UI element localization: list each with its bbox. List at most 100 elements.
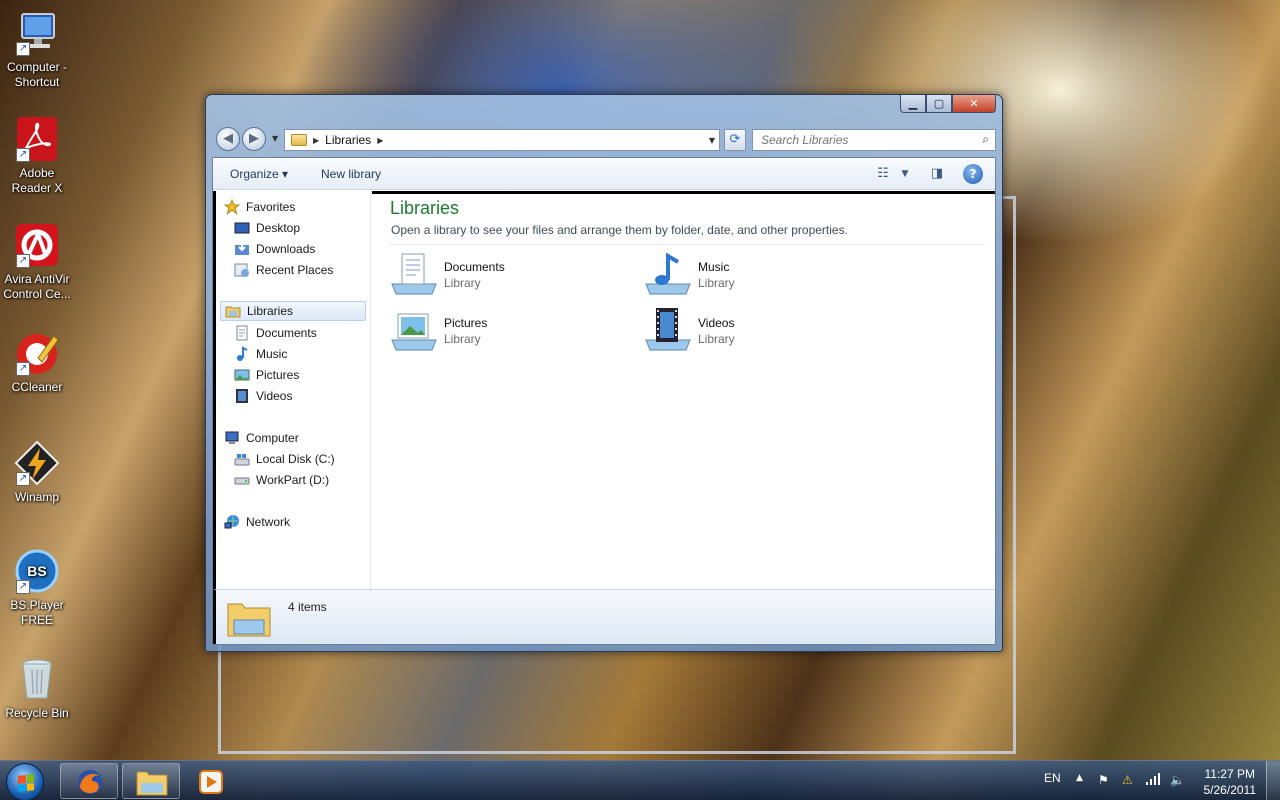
nav-libraries[interactable]: Libraries [220,301,366,321]
firefox-icon [78,770,102,794]
search-box[interactable]: ⌕ [752,129,996,151]
desktop-icon-ccleaner[interactable]: ↗ CCleaner [2,330,72,395]
content-frame: Organize ▾ New library ☷ ▼ ◨ ? Favorites… [212,157,996,645]
desktop-icon-label: Recycle Bin [5,706,69,720]
breadcrumb-separator-icon[interactable]: ▶ [313,136,319,145]
libraries-icon [225,303,241,319]
desktop-icon-label: Adobe Reader X [11,166,63,195]
nav-videos[interactable]: Videos [234,386,292,406]
preview-pane-icon[interactable]: ◨ [927,164,947,184]
ccleaner-icon: ↗ [14,330,60,376]
navigation-pane: Favorites Desktop Downloads Recent Place… [213,191,371,589]
item-count: 4 items [288,600,327,614]
drive-icon [234,451,250,467]
page-description: Open a library to see your files and arr… [391,223,848,237]
recent-places-icon [234,262,250,278]
new-library-button[interactable]: New library [321,167,381,181]
library-content: Libraries Open a library to see your fil… [372,191,995,589]
adobe-reader-icon: ↗ [14,116,60,162]
svg-text:BS: BS [27,563,46,579]
desktop-icon-computer-shortcut[interactable]: ↗ Computer - Shortcut [2,10,72,90]
back-button[interactable]: ◀ [216,127,240,151]
libraries-folder-icon [226,598,272,638]
desktop-icon-adobe-reader[interactable]: ↗ Adobe Reader X [2,116,72,196]
videos-icon [234,388,250,404]
start-button[interactable] [6,763,44,800]
drive-icon [234,472,250,488]
nav-recent-places[interactable]: Recent Places [234,260,333,280]
nav-music[interactable]: Music [234,344,287,364]
folder-icon [291,134,307,146]
desktop-icon-label: Winamp [14,490,59,504]
navigation-bar: ◀ ▶ ▼ ▶ Libraries ▶ ▼ ⟳ ⌕ [214,125,996,153]
minimize-button[interactable]: ▁ [900,95,926,113]
nav-computer[interactable]: Computer [224,428,299,448]
computer-icon [224,430,240,446]
breadcrumb-separator-icon[interactable]: ▶ [377,136,383,145]
maximize-button[interactable]: ▢ [926,95,952,113]
network-signal-icon[interactable] [1146,773,1160,788]
nav-network[interactable]: Network [224,512,290,532]
address-dropdown-icon[interactable]: ▼ [709,136,715,145]
clock[interactable]: 11:27 PM 5/26/2011 [1204,766,1257,798]
windows-logo-icon [18,774,34,792]
downloads-icon [234,241,250,257]
action-center-flag-icon[interactable]: ⚑ [1098,773,1109,787]
view-options-dropdown-icon[interactable]: ▼ [895,164,915,184]
desktop-icon-label: BS.Player FREE [10,598,64,627]
explorer-window: ▁ ▢ ✕ ◀ ▶ ▼ ▶ Libraries ▶ ▼ ⟳ ⌕ Organize… [205,94,1003,652]
nav-downloads[interactable]: Downloads [234,239,315,259]
taskbar-media-player[interactable] [190,763,230,799]
change-view-icon[interactable]: ☷ [873,164,893,184]
computer-icon: ↗ [14,10,60,56]
desktop-icon-bsplayer[interactable]: BS ↗ BS.Player FREE [2,548,72,628]
videos-library-icon [644,306,692,354]
organize-button[interactable]: Organize ▾ [230,167,288,181]
language-indicator[interactable]: EN [1044,771,1061,785]
clock-time: 11:27 PM [1204,767,1255,781]
warning-icon[interactable]: ⚠ [1122,773,1133,787]
library-item-music[interactable]: Music Library [644,250,874,302]
help-icon[interactable]: ? [963,164,983,184]
desktop-icon-avira[interactable]: ↗ Avira AntiVir Control Ce... [2,222,72,302]
library-item-documents[interactable]: Documents Library [390,250,620,302]
pictures-icon [234,367,250,383]
nav-documents[interactable]: Documents [234,323,317,343]
address-bar[interactable]: ▶ Libraries ▶ ▼ [284,129,720,151]
music-library-icon [644,250,692,298]
divider [390,244,985,245]
desktop-icon-recycle-bin[interactable]: Recycle Bin [2,656,72,721]
documents-library-icon [390,250,438,298]
library-item-videos[interactable]: Videos Library [644,306,874,358]
nav-pictures[interactable]: Pictures [234,365,299,385]
media-player-icon [199,770,223,794]
pictures-library-icon [390,306,438,354]
taskbar-explorer[interactable] [122,763,180,799]
desktop-icon-label: CCleaner [11,380,63,394]
desktop-icon-label: Avira AntiVir Control Ce... [3,272,71,301]
nav-workpart-d[interactable]: WorkPart (D:) [234,470,329,490]
nav-favorites[interactable]: Favorites [223,197,295,217]
recent-pages-dropdown[interactable]: ▼ [272,134,278,143]
taskbar-firefox[interactable] [60,763,118,799]
nav-desktop[interactable]: Desktop [234,218,300,238]
desktop-icon-winamp[interactable]: ↗ Winamp [2,440,72,505]
details-pane: 4 items [213,589,995,644]
volume-icon[interactable]: 🔈 [1170,773,1185,787]
winamp-icon: ↗ [14,440,60,486]
search-input[interactable] [753,130,963,150]
desktop-icon-label: Computer - Shortcut [6,60,68,89]
show-desktop-button[interactable] [1266,761,1280,800]
command-bar: Organize ▾ New library ☷ ▼ ◨ ? [213,158,995,190]
forward-button[interactable]: ▶ [242,127,266,151]
search-icon[interactable]: ⌕ [982,132,989,147]
breadcrumb-libraries[interactable]: Libraries [325,133,371,147]
taskbar: EN ▲ ⚑ ⚠ 🔈 11:27 PM 5/26/2011 [0,760,1280,800]
refresh-button[interactable]: ⟳ [724,129,746,151]
close-button[interactable]: ✕ [952,95,996,113]
library-item-pictures[interactable]: Pictures Library [390,306,620,358]
nav-local-disk-c[interactable]: Local Disk (C:) [234,449,335,469]
caption-buttons: ▁ ▢ ✕ [900,95,996,113]
network-icon [224,514,240,530]
show-hidden-icons-icon[interactable]: ▲ [1076,773,1083,783]
